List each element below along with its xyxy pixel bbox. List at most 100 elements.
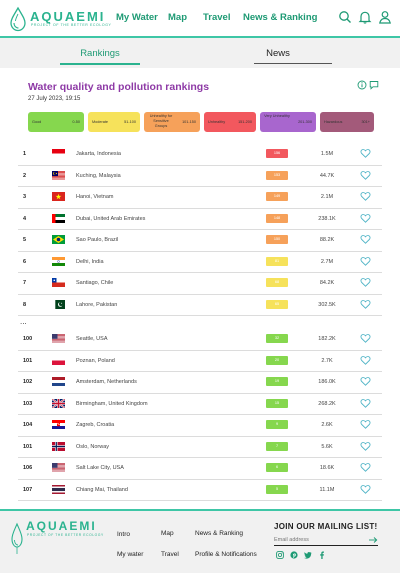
table-row[interactable]: 106 Salt Lake City, USA 6 18.6K	[18, 458, 382, 480]
rank-number: 2	[23, 172, 27, 179]
heart-icon[interactable]	[360, 441, 371, 452]
footer-brand-tagline: PROJECT OF THE BETTER ECOLOGY	[27, 533, 104, 537]
nav-travel[interactable]: Travel	[203, 12, 230, 23]
email-input[interactable]	[274, 535, 378, 546]
heart-icon[interactable]	[360, 462, 371, 473]
pinterest-icon[interactable]	[290, 551, 298, 559]
rank-number: 1	[23, 151, 27, 157]
flag-usa	[52, 334, 65, 343]
heart-icon[interactable]	[360, 277, 371, 288]
legend-item: Unhealthy 151-200	[204, 112, 256, 132]
table-row[interactable]: 3 Hanoi, Vietnam 149 2.1M	[18, 187, 382, 209]
footer-link-map[interactable]: Map	[161, 530, 174, 537]
rank-number: 4	[23, 215, 27, 222]
brand-name: AQUAEMI	[30, 9, 106, 24]
legend-range: 201-300	[298, 120, 312, 124]
city-name[interactable]: Zagreb, Croatia	[76, 422, 114, 428]
heart-icon[interactable]	[360, 170, 371, 181]
flag-pakistan	[52, 299, 65, 309]
facebook-icon[interactable]	[318, 551, 326, 559]
info-icon[interactable]	[357, 80, 367, 90]
table-row[interactable]: 8 Lahore, Pakistan 65 302.5K	[18, 295, 382, 316]
flag-netherlands	[52, 377, 65, 386]
quality-index-badge: 65	[266, 299, 288, 309]
city-name[interactable]: Hanoi, Vietnam	[76, 194, 114, 200]
tab-rankings[interactable]: Rankings	[74, 48, 126, 59]
rank-number: 106	[23, 465, 33, 471]
table-row[interactable]: 107 Chiang Mai, Thailand 5 11.1M	[18, 480, 382, 501]
city-name[interactable]: Jakarta, Indonesia	[76, 151, 121, 157]
city-name[interactable]: Amsterdam, Netherlands	[76, 379, 137, 385]
table-row[interactable]: 5 Sao Paulo, Brazil 150 88.2K	[18, 230, 382, 252]
user-icon[interactable]	[378, 10, 392, 24]
population-value: 302.5K	[318, 301, 336, 308]
quality-index-badge: 32	[266, 334, 288, 343]
table-row[interactable]: 102 Amsterdam, Netherlands 19 186.0K	[18, 372, 382, 394]
city-name[interactable]: Santiago, Chile	[76, 280, 113, 286]
heart-icon[interactable]	[360, 299, 371, 310]
city-name[interactable]: Lahore, Pakistan	[76, 302, 117, 308]
page-date: 27 July 2023, 19:15	[28, 96, 81, 102]
heart-icon[interactable]	[360, 484, 371, 495]
city-name[interactable]: Sao Paulo, Brazil	[76, 237, 118, 243]
footer-link-intro[interactable]: Intro	[117, 531, 130, 538]
brand-logo[interactable]: AQUAEMI PROJECT OF THE BETTER ECOLOGY	[8, 6, 111, 32]
nav-my-water[interactable]: My Water	[116, 12, 158, 23]
heart-icon[interactable]	[360, 333, 371, 344]
arrow-right-icon[interactable]	[368, 535, 378, 545]
table-row[interactable]: 101 Oslo, Norway 7 5.6K	[18, 437, 382, 458]
heart-icon[interactable]	[360, 191, 371, 202]
bell-icon[interactable]	[358, 10, 372, 24]
table-row[interactable]: 2 Kuching, Malaysia 153 44.7K	[18, 166, 382, 187]
water-drop-icon	[11, 522, 23, 554]
city-name[interactable]: Dubai, United Arab Emirates	[76, 216, 145, 222]
footer-link-news-ranking[interactable]: News & Ranking	[195, 530, 243, 537]
city-name[interactable]: Delhi, India	[76, 259, 104, 265]
table-row[interactable]: 7 Santiago, Chile 68 84.2K	[18, 273, 382, 295]
table-row[interactable]: 104 Zagreb, Croatia 9 2.6K	[18, 415, 382, 437]
heart-icon[interactable]	[360, 398, 371, 409]
tab-news[interactable]: News	[254, 48, 302, 59]
city-name[interactable]: Kuching, Malaysia	[76, 173, 121, 179]
population-value: 5.6K	[321, 443, 333, 450]
flag-indonesia	[52, 149, 65, 158]
heart-icon[interactable]	[360, 256, 371, 267]
table-row[interactable]: 103 Birmingham, United Kingdom 15 268.2K	[18, 394, 382, 415]
city-name[interactable]: Seattle, USA	[76, 336, 108, 342]
table-row[interactable]: 100 Seattle, USA 32 182.2K	[18, 329, 382, 351]
city-name[interactable]: Birmingham, United Kingdom	[76, 401, 148, 407]
legend-range: 0-50	[72, 120, 80, 124]
page-title: Water quality and pollution rankings	[28, 81, 210, 93]
city-name[interactable]: Chiang Mai, Thailand	[76, 487, 128, 493]
footer-link-profile-notifications[interactable]: Profile & Notifications	[195, 551, 257, 558]
city-name[interactable]: Oslo, Norway	[76, 444, 109, 450]
quality-index-badge: 156	[266, 149, 288, 158]
table-row[interactable]: 4 Dubai, United Arab Emirates 148 238.1K	[18, 209, 382, 230]
instagram-icon[interactable]	[276, 551, 284, 559]
table-row[interactable]: 101 Poznan, Poland 20 2.7K	[18, 351, 382, 372]
heart-icon[interactable]	[360, 355, 371, 366]
flag-norway	[52, 441, 65, 451]
heart-icon[interactable]	[360, 234, 371, 245]
heart-icon[interactable]	[360, 148, 371, 159]
table-row[interactable]: 6 Delhi, India 81 2.7M	[18, 252, 382, 273]
heart-icon[interactable]	[360, 376, 371, 387]
flag-vietnam	[52, 192, 65, 201]
flag-brazil	[52, 235, 65, 244]
quality-index-badge: 5	[266, 484, 288, 494]
legend-label: Unhealthy	[208, 120, 226, 124]
legend-range: 101-150	[182, 120, 196, 124]
heart-icon[interactable]	[360, 419, 371, 430]
city-name[interactable]: Salt Lake City, USA	[76, 465, 124, 471]
table-row[interactable]: 1 Jakarta, Indonesia 156 1.5M	[18, 144, 382, 166]
search-icon[interactable]	[338, 10, 352, 24]
footer-link-my-water[interactable]: My water	[117, 551, 143, 558]
heart-icon[interactable]	[360, 213, 371, 224]
nav-map[interactable]: Map	[168, 12, 187, 23]
population-value: 2.1M	[320, 194, 334, 200]
comment-icon[interactable]	[369, 80, 379, 90]
footer-link-travel[interactable]: Travel	[161, 551, 179, 558]
twitter-icon[interactable]	[304, 551, 312, 559]
nav-news-ranking[interactable]: News & Ranking	[243, 12, 317, 23]
city-name[interactable]: Poznan, Poland	[76, 358, 115, 364]
